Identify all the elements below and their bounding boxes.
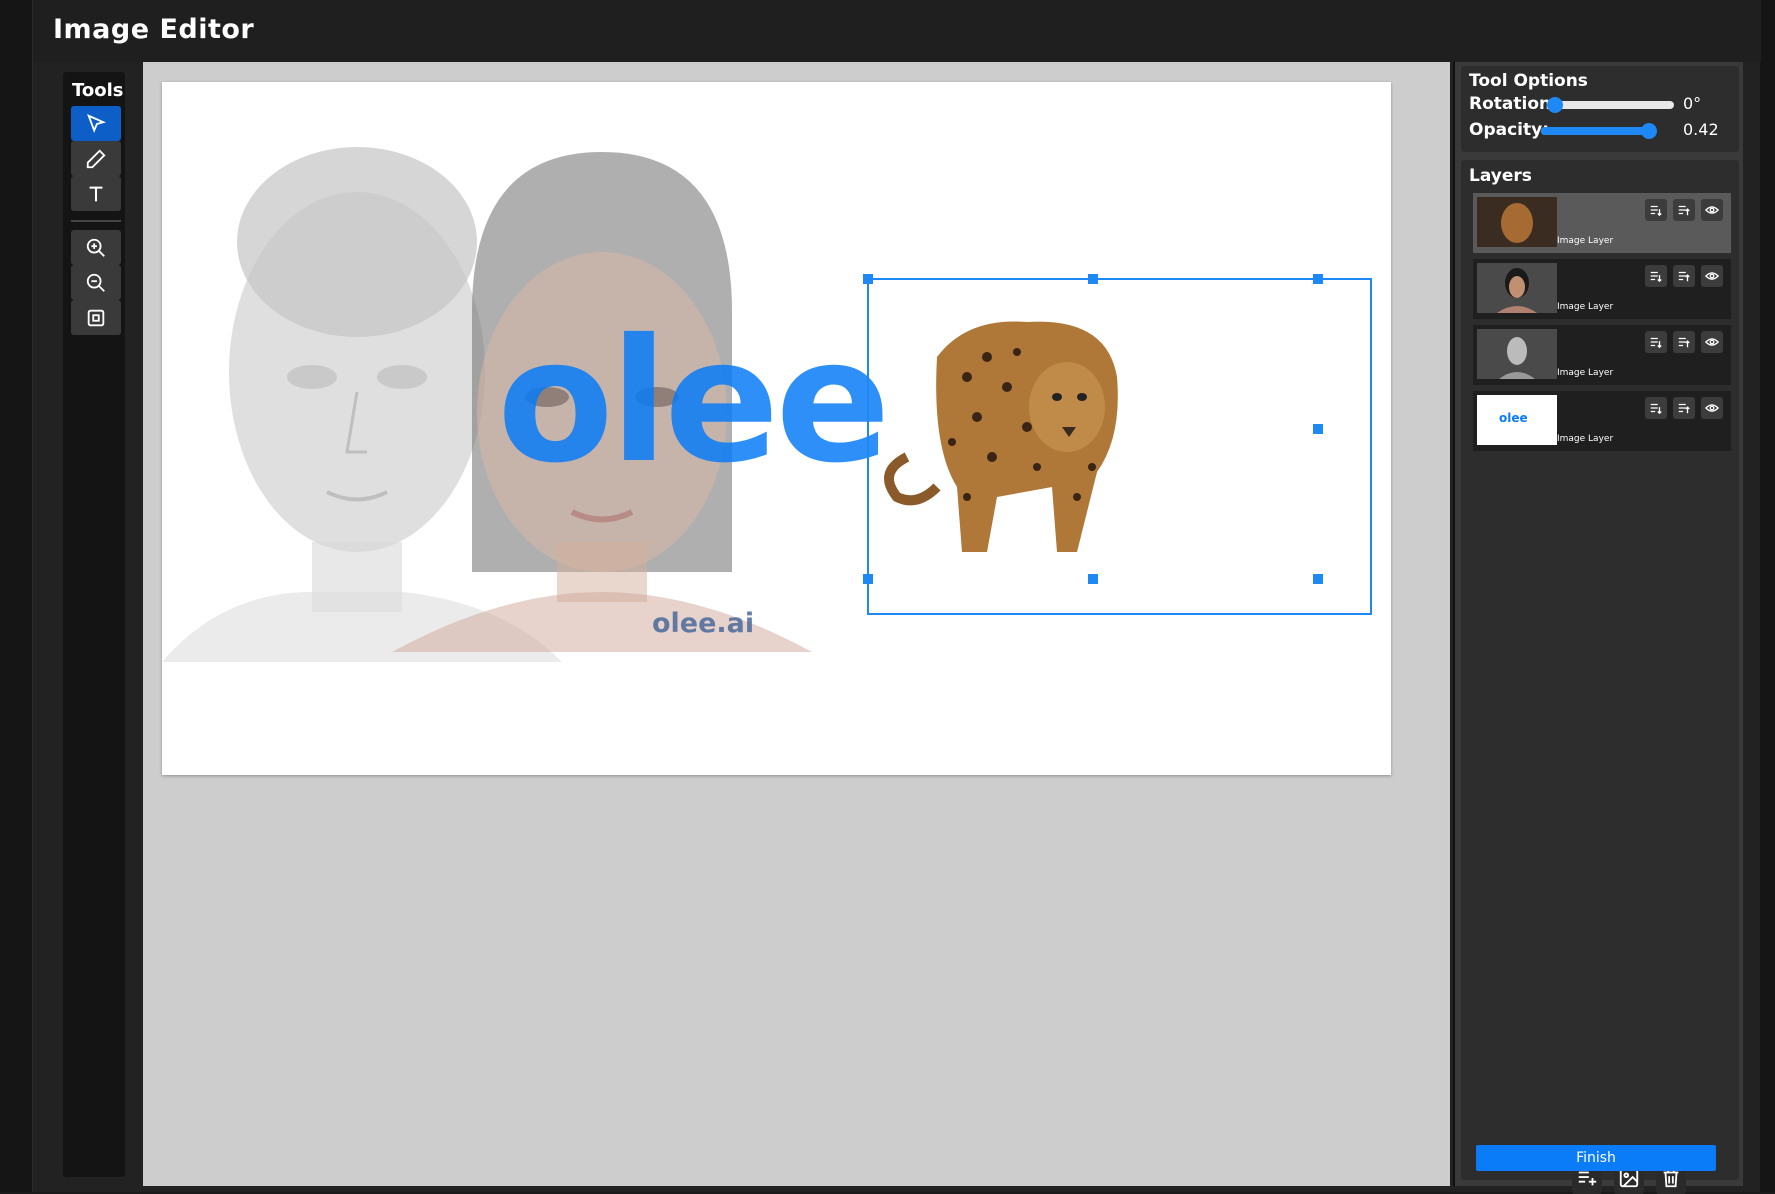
toggle-visibility-button[interactable]	[1701, 397, 1723, 419]
move-layer-up-button[interactable]	[1673, 397, 1695, 419]
move-layer-up-button[interactable]	[1673, 199, 1695, 221]
pen-tool-button[interactable]	[71, 141, 121, 176]
selection-box[interactable]	[863, 274, 1372, 615]
jaguar-thumbnail	[1477, 197, 1557, 247]
text-icon	[89, 186, 103, 201]
tool-separator	[71, 220, 121, 222]
resize-handle-top-right[interactable]	[1313, 274, 1323, 284]
move-layer-down-button[interactable]	[1645, 397, 1667, 419]
fit-screen-icon	[87, 309, 105, 326]
image-canvas[interactable]: olee olee.ai	[162, 82, 1391, 775]
canvas-area[interactable]: olee olee.ai	[143, 62, 1450, 1186]
title-bar: Image Editor	[33, 0, 1761, 62]
window-title: Image Editor	[53, 14, 255, 45]
editor-window: Image Editor Tools olee olee.ai Tool Opt…	[32, 0, 1761, 1194]
move-layer-up-button[interactable]	[1673, 331, 1695, 353]
move-up-icon	[1678, 205, 1690, 216]
resize-handle-top-left[interactable]	[863, 274, 873, 284]
opacity-slider-knob[interactable]	[1641, 123, 1657, 139]
move-up-icon	[1678, 337, 1690, 348]
layer-name: Image Layer	[1557, 368, 1614, 378]
resize-handle-bottom[interactable]	[1088, 574, 1098, 584]
eye-icon	[1705, 272, 1719, 280]
sculpture-thumbnail	[1477, 329, 1557, 379]
toggle-visibility-button[interactable]	[1701, 265, 1723, 287]
logo-thumbnail-text: olee	[1499, 411, 1528, 425]
layers-panel: Layers Image Layer Image Layer Image Lay…	[1461, 160, 1739, 1180]
move-layer-down-button[interactable]	[1645, 331, 1667, 353]
eye-icon	[1705, 206, 1719, 214]
tool-options-panel: Tool Options Rotation: 0° Opacity: 0.42	[1461, 66, 1739, 152]
rotation-label: Rotation:	[1469, 94, 1558, 114]
fit-screen-button[interactable]	[71, 300, 121, 335]
woman-thumbnail	[1477, 263, 1557, 313]
move-layer-up-button[interactable]	[1673, 265, 1695, 287]
layer-item-jaguar[interactable]: Image Layer	[1473, 193, 1731, 253]
pointer-icon	[87, 113, 107, 133]
logo-text-layer[interactable]: olee	[497, 317, 891, 487]
layer-thumbnail	[1477, 197, 1557, 247]
move-up-icon	[1678, 271, 1690, 282]
eye-icon	[1705, 338, 1719, 346]
pencil-icon	[86, 148, 106, 168]
resize-handle-right[interactable]	[1313, 424, 1323, 434]
zoom-in-button[interactable]	[71, 230, 121, 265]
tool-options-title: Tool Options	[1469, 71, 1588, 91]
select-tool-button[interactable]	[71, 106, 121, 141]
opacity-slider-fill	[1541, 127, 1651, 135]
finish-button[interactable]: Finish	[1476, 1145, 1716, 1171]
move-down-icon	[1650, 271, 1662, 283]
layer-name: Image Layer	[1557, 236, 1614, 246]
tools-label: Tools	[72, 80, 124, 101]
layer-item-logo[interactable]: olee Image Layer	[1473, 391, 1731, 451]
move-layer-down-button[interactable]	[1645, 199, 1667, 221]
toggle-visibility-button[interactable]	[1701, 331, 1723, 353]
resize-handle-bottom-left[interactable]	[863, 574, 873, 584]
layer-item-sculpture[interactable]: Image Layer	[1473, 325, 1731, 385]
layer-thumbnail: olee	[1477, 395, 1557, 445]
layer-name: Image Layer	[1557, 302, 1614, 312]
layer-item-woman[interactable]: Image Layer	[1473, 259, 1731, 319]
outer-right-bar	[1760, 0, 1775, 1192]
rotation-value: 0°	[1683, 94, 1702, 113]
rotation-slider-knob[interactable]	[1547, 97, 1563, 113]
layer-name: Image Layer	[1557, 434, 1614, 444]
move-down-icon	[1650, 337, 1662, 349]
move-down-icon	[1650, 205, 1662, 217]
opacity-value: 0.42	[1683, 120, 1719, 139]
zoom-out-button[interactable]	[71, 265, 121, 300]
layer-thumbnail	[1477, 329, 1557, 379]
move-up-icon	[1678, 403, 1690, 414]
move-layer-down-button[interactable]	[1645, 265, 1667, 287]
rotation-slider[interactable]	[1547, 97, 1674, 113]
zoom-in-icon	[86, 238, 105, 257]
tools-panel: Tools	[63, 72, 125, 1177]
opacity-label: Opacity:	[1469, 120, 1550, 140]
toggle-visibility-button[interactable]	[1701, 199, 1723, 221]
eye-icon	[1705, 404, 1719, 412]
zoom-out-icon	[86, 273, 105, 292]
move-down-icon	[1650, 403, 1662, 415]
resize-handle-bottom-right[interactable]	[1313, 574, 1323, 584]
outer-left-bar	[0, 0, 32, 1192]
right-panel: Tool Options Rotation: 0° Opacity: 0.42 …	[1453, 62, 1743, 1194]
opacity-slider[interactable]	[1541, 123, 1657, 139]
resize-handle-top[interactable]	[1088, 274, 1098, 284]
text-tool-button[interactable]	[71, 176, 121, 211]
watermark-text: olee.ai	[652, 608, 755, 639]
layer-thumbnail	[1477, 263, 1557, 313]
layers-title: Layers	[1469, 166, 1532, 186]
